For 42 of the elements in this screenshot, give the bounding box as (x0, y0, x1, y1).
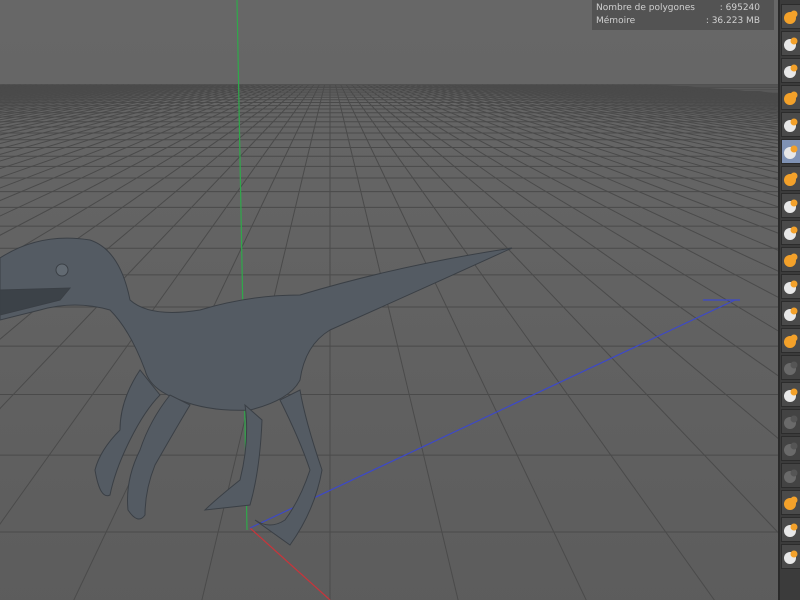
sphere-icon (783, 252, 799, 268)
tool-button[interactable] (781, 544, 800, 569)
sphere-icon (783, 440, 799, 456)
tool-button[interactable] (781, 112, 800, 137)
sphere-icon (783, 144, 799, 160)
tool-button[interactable] (781, 166, 800, 191)
tool-button[interactable] (781, 58, 800, 83)
tool-button[interactable] (781, 193, 800, 218)
sphere-icon (783, 386, 799, 402)
tool-button[interactable] (781, 85, 800, 110)
sphere-icon (783, 548, 799, 564)
stat-label: Mémoire (596, 15, 636, 28)
tool-button[interactable] (781, 382, 800, 407)
sphere-icon (783, 62, 799, 78)
tool-button[interactable] (781, 274, 800, 299)
stat-value: : 695240 (720, 2, 760, 15)
sphere-icon (783, 36, 799, 52)
sphere-icon (783, 116, 799, 132)
stat-label: Nombre de polygones (596, 2, 695, 15)
tool-button[interactable] (781, 301, 800, 326)
sphere-icon (783, 224, 799, 240)
tool-button[interactable] (781, 490, 800, 515)
tool-button[interactable] (781, 4, 800, 29)
tool-button[interactable] (781, 247, 800, 272)
sphere-icon (783, 198, 799, 214)
sphere-icon (783, 414, 799, 430)
sphere-icon (783, 360, 799, 376)
tool-button[interactable] (781, 31, 800, 56)
tool-button[interactable] (781, 517, 800, 542)
sphere-icon (783, 170, 799, 186)
tool-button[interactable] (781, 139, 800, 164)
tool-button[interactable] (781, 328, 800, 353)
sphere-icon (783, 306, 799, 322)
sphere-icon (783, 522, 799, 538)
sphere-icon (783, 332, 799, 348)
sphere-icon (783, 494, 799, 510)
stat-value: : 36.223 MB (706, 15, 760, 28)
sphere-icon (783, 90, 799, 106)
sphere-icon (783, 278, 799, 294)
sphere-icon (783, 8, 799, 24)
sphere-icon (783, 468, 799, 484)
tool-button[interactable] (781, 220, 800, 245)
